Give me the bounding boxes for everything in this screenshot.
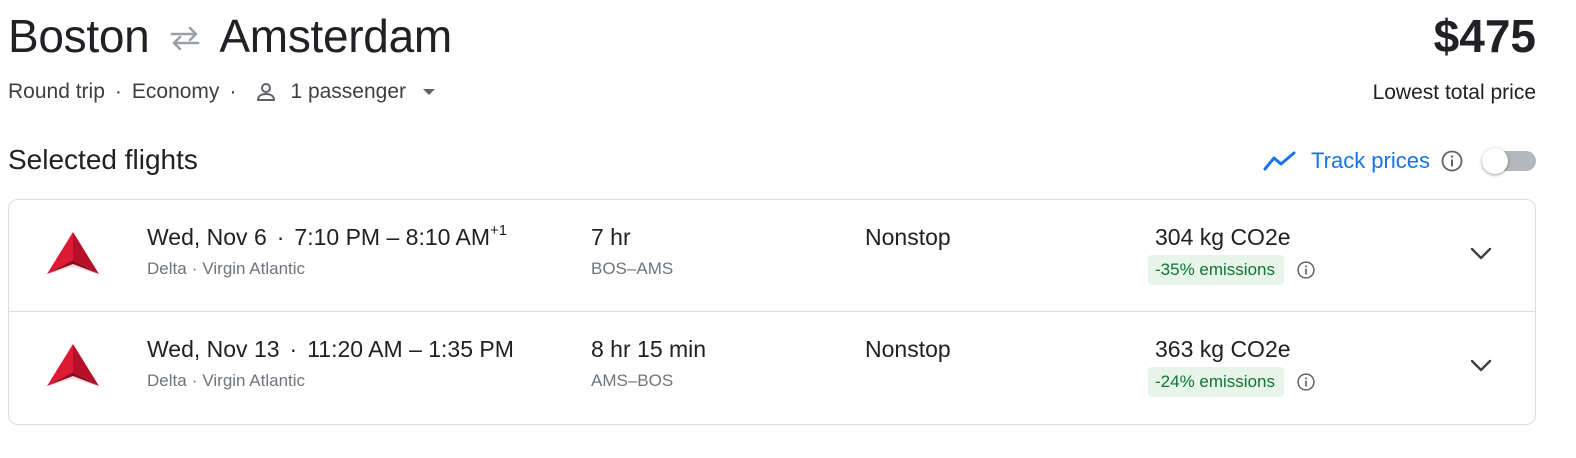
expand-chevron-icon[interactable] <box>1461 346 1501 386</box>
trip-type: Round trip <box>8 80 105 103</box>
separator-dot: · <box>114 80 122 103</box>
price-caption: Lowest total price <box>1372 81 1536 104</box>
section-title: Selected flights <box>8 144 198 175</box>
separator-dot: · <box>191 371 198 390</box>
flight-time-range: 7:10 PM – 8:10 AM <box>294 224 491 250</box>
emissions-text: 363 kg CO2e <box>1155 336 1291 362</box>
flight-time-range: 11:20 AM – 1:35 PM <box>307 336 514 362</box>
info-icon[interactable] <box>1296 260 1316 280</box>
trip-summary: Round trip · Economy · 1 passenger <box>8 78 436 106</box>
delta-logo-icon <box>45 342 101 388</box>
track-prices[interactable]: Track prices <box>1263 142 1536 180</box>
expand-chevron-icon[interactable] <box>1461 234 1501 274</box>
route-title: Boston Amsterdam <box>8 8 452 64</box>
flight-stops: Nonstop <box>865 222 951 252</box>
dropdown-arrow-icon[interactable] <box>422 88 436 96</box>
delta-logo-icon <box>45 230 101 276</box>
airlines: Delta · Virgin Atlantic <box>147 370 514 392</box>
airport-codes: BOS–AMS <box>591 259 674 278</box>
passenger-count[interactable]: 1 passenger <box>290 80 406 104</box>
person-icon <box>254 80 278 104</box>
airline-name: Virgin Atlantic <box>202 371 306 390</box>
destination-city: Amsterdam <box>219 10 452 62</box>
airport-codes: AMS–BOS <box>591 371 674 390</box>
airline-name: Delta <box>147 259 187 278</box>
emissions-badge: -35% emissions <box>1148 255 1284 285</box>
selected-flights-card: Wed, Nov 6 · 7:10 PM – 8:10 AM+1 Delta · Vir… <box>8 199 1536 425</box>
stops-text: Nonstop <box>865 224 951 250</box>
swap-arrows-icon <box>167 20 203 56</box>
total-price: $475 <box>1433 10 1536 62</box>
origin-city: Boston <box>8 10 150 62</box>
flight-stops: Nonstop <box>865 334 951 364</box>
airlines: Delta · Virgin Atlantic <box>147 258 507 280</box>
duration-text: 7 hr <box>591 224 631 250</box>
emissions-text: 304 kg CO2e <box>1155 224 1291 250</box>
info-icon[interactable] <box>1440 149 1464 173</box>
airline-name: Virgin Atlantic <box>202 259 306 278</box>
airline-name: Delta <box>147 371 187 390</box>
date-time-line: Wed, Nov 13 · 11:20 AM – 1:35 PM <box>147 334 514 364</box>
flight-duration: 8 hr 15 min AMS–BOS <box>591 334 706 392</box>
flight-emissions: 304 kg CO2e -35% emissions <box>1148 222 1316 285</box>
flight-emissions: 363 kg CO2e -24% emissions <box>1148 334 1316 397</box>
toggle-knob <box>1482 148 1508 174</box>
track-prices-toggle[interactable] <box>1482 148 1536 174</box>
flight-times: Wed, Nov 13 · 11:20 AM – 1:35 PM Delta · Vir… <box>147 334 514 392</box>
day-offset: +1 <box>490 222 508 239</box>
flight-row-return[interactable]: Wed, Nov 13 · 11:20 AM – 1:35 PM Delta · Vir… <box>9 312 1535 424</box>
flight-times: Wed, Nov 6 · 7:10 PM – 8:10 AM+1 Delta · Vir… <box>147 222 507 280</box>
cabin-class: Economy <box>131 80 220 103</box>
separator-dot: · <box>191 259 198 278</box>
flight-duration: 7 hr BOS–AMS <box>591 222 673 280</box>
separator-dot: · <box>229 80 237 103</box>
separator-dot: · <box>289 336 298 362</box>
flight-date: Wed, Nov 6 <box>147 224 267 250</box>
trending-up-icon <box>1263 150 1297 172</box>
info-icon[interactable] <box>1296 372 1316 392</box>
emissions-badge: -24% emissions <box>1148 367 1284 397</box>
date-time-line: Wed, Nov 6 · 7:10 PM – 8:10 AM+1 <box>147 222 507 252</box>
separator-dot: · <box>276 224 285 250</box>
emissions-badge-row: -35% emissions <box>1148 255 1316 285</box>
flight-row-outbound[interactable]: Wed, Nov 6 · 7:10 PM – 8:10 AM+1 Delta · Vir… <box>9 200 1535 312</box>
stops-text: Nonstop <box>865 336 951 362</box>
flight-date: Wed, Nov 13 <box>147 336 280 362</box>
duration-text: 8 hr 15 min <box>591 336 707 362</box>
track-prices-label[interactable]: Track prices <box>1311 148 1430 174</box>
emissions-badge-row: -24% emissions <box>1148 367 1316 397</box>
